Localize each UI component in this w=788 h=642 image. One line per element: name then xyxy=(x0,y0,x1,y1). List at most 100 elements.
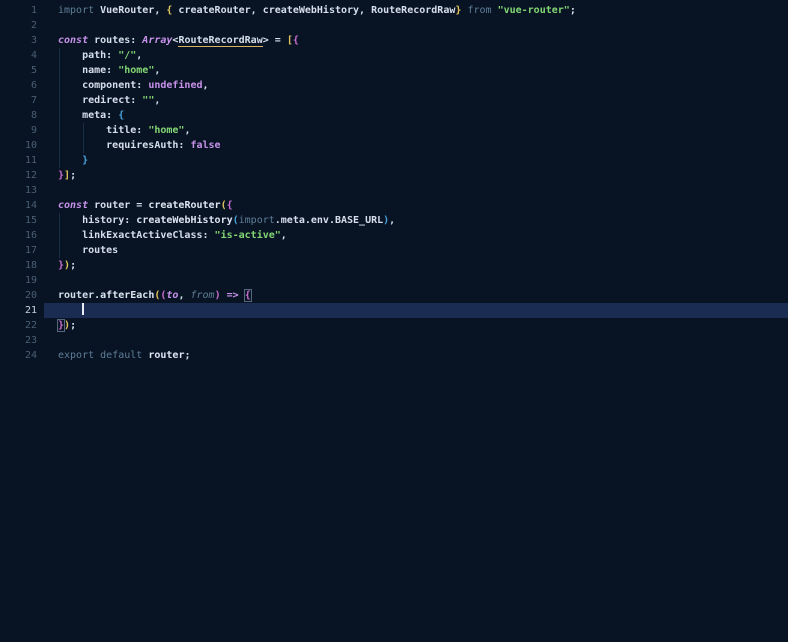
line-number[interactable]: 12 xyxy=(0,168,44,183)
line-number[interactable]: 10 xyxy=(0,138,44,153)
code-line[interactable]: 11 } xyxy=(0,153,788,168)
code-line-content xyxy=(44,273,788,288)
line-number[interactable]: 7 xyxy=(0,93,44,108)
line-number[interactable]: 8 xyxy=(0,108,44,123)
code-line[interactable]: 13 xyxy=(0,183,788,198)
code-line[interactable]: 22}); xyxy=(0,318,788,333)
code-line-content: } xyxy=(44,153,788,168)
code-token: from xyxy=(467,5,492,16)
line-number[interactable]: 19 xyxy=(0,273,44,288)
line-number[interactable]: 4 xyxy=(0,48,44,63)
code-token: , xyxy=(154,65,161,76)
code-line-content: component: undefined, xyxy=(44,78,788,93)
code-line[interactable]: 14 const router = createRouter({ xyxy=(0,198,788,213)
line-number[interactable]: 18 xyxy=(0,258,44,273)
line-number[interactable]: 15 xyxy=(0,213,44,228)
code-line[interactable]: 20 router.afterEach((to, from) => { xyxy=(0,288,788,303)
code-line-content: router.afterEach((to, from) => { xyxy=(44,288,788,303)
code-token: , xyxy=(154,95,161,106)
code-token: to xyxy=(166,290,179,301)
code-token: name: xyxy=(58,65,119,76)
code-token: "home" xyxy=(148,125,185,136)
code-token: .meta.env.BASE_URL xyxy=(274,215,384,226)
code-line[interactable]: 17 routes xyxy=(0,243,788,258)
code-token: , xyxy=(184,125,191,136)
code-line[interactable]: 6 component: undefined, xyxy=(0,78,788,93)
code-line[interactable]: 4 path: "/", xyxy=(0,48,788,63)
code-token: VueRouter, xyxy=(94,5,167,16)
line-number[interactable]: 22 xyxy=(0,318,44,333)
code-token: ; xyxy=(569,5,576,16)
code-line-content: }); xyxy=(44,258,788,273)
code-line[interactable]: 9 title: "home", xyxy=(0,123,788,138)
code-line[interactable]: 16 linkExactActiveClass: "is-active", xyxy=(0,228,788,243)
text-cursor xyxy=(82,303,85,315)
code-line[interactable]: 5 name: "home", xyxy=(0,63,788,78)
code-token: false xyxy=(190,140,221,151)
code-line-content: history: createWebHistory(import.meta.en… xyxy=(44,213,788,228)
line-number[interactable]: 6 xyxy=(0,78,44,93)
code-token: , xyxy=(389,215,396,226)
code-line-content xyxy=(44,333,788,348)
code-token: "/" xyxy=(118,50,137,61)
code-line[interactable]: 12}]; xyxy=(0,168,788,183)
line-number[interactable]: 3 xyxy=(0,33,44,48)
line-number[interactable]: 23 xyxy=(0,333,44,348)
line-number[interactable]: 21 xyxy=(0,303,44,318)
line-number[interactable]: 11 xyxy=(0,153,44,168)
line-number[interactable]: 2 xyxy=(0,18,44,33)
code-line[interactable]: 8 meta: { xyxy=(0,108,788,123)
code-token: history: xyxy=(58,215,137,226)
code-line[interactable]: 15 history: createWebHistory(import.meta… xyxy=(0,213,788,228)
line-number[interactable]: 16 xyxy=(0,228,44,243)
code-token: { xyxy=(118,110,125,121)
line-number[interactable]: 24 xyxy=(0,348,44,363)
code-token: requiresAuth: xyxy=(58,140,191,151)
code-token: , xyxy=(280,230,287,241)
code-token: component: xyxy=(58,80,149,91)
code-token: } xyxy=(82,155,89,166)
code-token: const xyxy=(58,35,89,46)
line-number[interactable]: 13 xyxy=(0,183,44,198)
code-line[interactable]: 3 const routes: Array<RouteRecordRaw> = [… xyxy=(0,33,788,48)
code-token: { xyxy=(226,200,233,211)
line-number[interactable]: 5 xyxy=(0,63,44,78)
line-number[interactable]: 1 xyxy=(0,3,44,18)
code-line[interactable]: 19 xyxy=(0,273,788,288)
code-token: ; xyxy=(70,260,77,271)
code-line-content: const router = createRouter({ xyxy=(44,198,788,213)
code-editor[interactable]: 1 import VueRouter, { createRouter, creat… xyxy=(0,0,788,642)
code-line[interactable]: 21 xyxy=(0,303,788,318)
code-line[interactable]: 7 redirect: "", xyxy=(0,93,788,108)
code-line-content: name: "home", xyxy=(44,63,788,78)
code-line-content xyxy=(44,183,788,198)
line-number[interactable]: 20 xyxy=(0,288,44,303)
code-line[interactable]: 10 requiresAuth: false xyxy=(0,138,788,153)
code-lines-container: 1 import VueRouter, { createRouter, creat… xyxy=(0,3,788,363)
code-token: router xyxy=(148,350,185,361)
code-line[interactable]: 1 import VueRouter, { createRouter, creat… xyxy=(0,3,788,18)
code-line-content: meta: { xyxy=(44,108,788,123)
code-token: import xyxy=(238,215,275,226)
code-token: routes: xyxy=(88,35,143,46)
code-line-content: requiresAuth: false xyxy=(44,138,788,153)
code-line[interactable]: 18}); xyxy=(0,258,788,273)
code-line-content: routes xyxy=(44,243,788,258)
line-number[interactable]: 14 xyxy=(0,198,44,213)
code-token: createRouter xyxy=(148,200,221,211)
code-token: undefined xyxy=(148,80,203,91)
code-line-content: }); xyxy=(44,318,788,333)
code-line-content: redirect: "", xyxy=(44,93,788,108)
code-token: RouteRecordRaw xyxy=(178,35,263,47)
code-line[interactable]: 2 xyxy=(0,18,788,33)
code-token: , xyxy=(178,290,191,301)
code-line[interactable]: 23 xyxy=(0,333,788,348)
line-number[interactable]: 9 xyxy=(0,123,44,138)
code-line[interactable]: 24 export default router; xyxy=(0,348,788,363)
line-number[interactable]: 17 xyxy=(0,243,44,258)
code-token: "" xyxy=(142,95,155,106)
code-token: { xyxy=(244,290,251,301)
